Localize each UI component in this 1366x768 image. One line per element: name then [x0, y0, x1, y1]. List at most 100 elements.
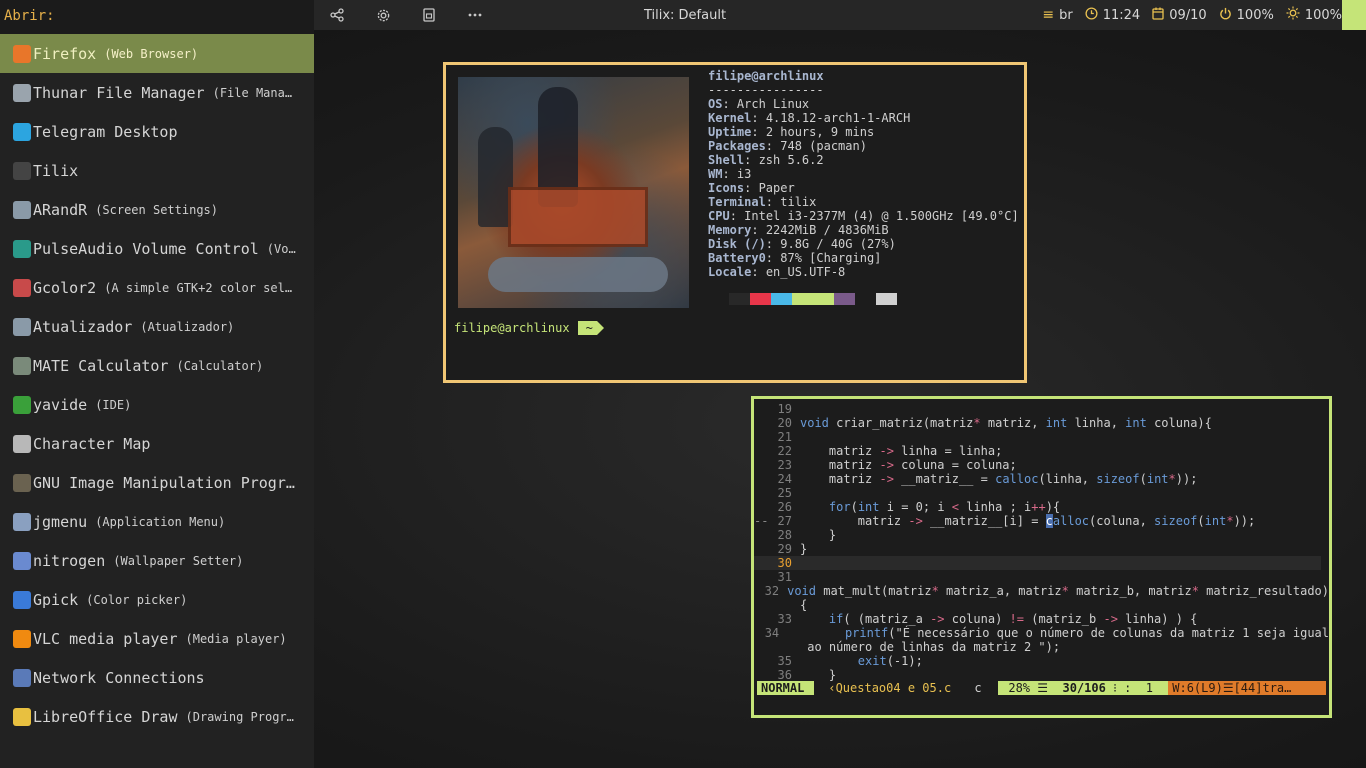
- draw-icon: [13, 707, 31, 726]
- launcher-item[interactable]: Firefox (Web Browser): [0, 34, 314, 73]
- launcher-item[interactable]: ARandR (Screen Settings): [0, 190, 314, 229]
- launcher-item[interactable]: yavide (IDE): [0, 385, 314, 424]
- launcher-item[interactable]: Character Map: [0, 424, 314, 463]
- line-sign: [754, 402, 768, 416]
- launcher-item[interactable]: Thunar File Manager (File Mana…: [0, 73, 314, 112]
- code-line[interactable]: {: [754, 598, 1329, 612]
- code-line[interactable]: ao número de linhas da matriz 2 ");: [754, 640, 1329, 654]
- launcher-item[interactable]: MATE Calculator (Calculator): [0, 346, 314, 385]
- launcher-item[interactable]: Network Connections: [0, 658, 314, 697]
- keyboard-layout-indicator[interactable]: ≡ br: [1042, 7, 1072, 23]
- code-line[interactable]: 25: [754, 486, 1329, 500]
- terminal-vim[interactable]: 19 20 void criar_matriz(matriz* matriz, in…: [751, 396, 1332, 718]
- launcher-item[interactable]: Gcolor2 (A simple GTK+2 color sele…: [0, 268, 314, 307]
- line-number: 23: [777, 458, 792, 472]
- calendar[interactable]: 09/10: [1152, 7, 1207, 24]
- more-icon[interactable]: [452, 0, 498, 30]
- save-icon[interactable]: [406, 0, 452, 30]
- neofetch-colon: :: [744, 181, 759, 195]
- battery-label: 100%: [1236, 7, 1274, 23]
- line-number: 36: [777, 668, 792, 682]
- share-icon[interactable]: [314, 0, 360, 30]
- neofetch-value: 4.18.12-arch1-1-ARCH: [765, 111, 911, 125]
- code-line[interactable]: 36 }: [754, 668, 1329, 682]
- code-line[interactable]: 33 if( (matriz_a -> coluna) != (matriz_b…: [754, 612, 1329, 626]
- keyboard-icon: ≡: [1042, 7, 1055, 23]
- neofetch-row: Terminal: tilix: [708, 195, 1019, 209]
- code-line[interactable]: 30: [754, 556, 1321, 570]
- code-line[interactable]: 24 matriz -> __matriz__ = calloc(linha, …: [754, 472, 1329, 486]
- color-swatch: [876, 293, 897, 305]
- code-line[interactable]: 19: [754, 402, 1329, 416]
- vim-icon: [13, 395, 31, 414]
- calendar-icon: [1152, 7, 1164, 24]
- neofetch-row: Disk (/): 9.8G / 40G (27%): [708, 237, 1019, 251]
- code-line[interactable]: 26 for(int i = 0; i < linha ; i++){: [754, 500, 1329, 514]
- charmap-icon: [13, 434, 31, 453]
- code-line[interactable]: 32 void mat_mult(matriz* matriz_a, matriz…: [754, 584, 1329, 598]
- line-number: 25: [777, 486, 792, 500]
- launcher-item[interactable]: Tilix: [0, 151, 314, 190]
- volume-icon: [13, 239, 31, 258]
- launcher-item[interactable]: Telegram Desktop: [0, 112, 314, 151]
- line-number: 29: [777, 542, 792, 556]
- neofetch-colon: :: [765, 139, 781, 153]
- neofetch-row: Uptime: 2 hours, 9 mins: [708, 125, 1019, 139]
- launcher-item-name: jgmenu: [33, 512, 88, 531]
- launcher-prompt[interactable]: Abrir:: [0, 0, 314, 34]
- system-info: filipe@archlinux ---------------- OS: Arch…: [708, 69, 1019, 279]
- line-number: 21: [777, 430, 792, 444]
- line-number: [768, 640, 792, 654]
- vim-mode: NORMAL: [757, 681, 815, 695]
- launcher-item[interactable]: Gpick (Color picker): [0, 580, 314, 619]
- gimp-icon: [13, 473, 31, 492]
- neofetch-separator: ----------------: [708, 83, 824, 97]
- code-line[interactable]: 23 matriz -> coluna = coluna;: [754, 458, 1329, 472]
- neofetch-key: OS: [708, 97, 723, 111]
- code-line[interactable]: 22 matriz -> linha = linha;: [754, 444, 1329, 458]
- launcher-item-name: VLC media player: [33, 629, 178, 648]
- neofetch-colon: :: [751, 111, 766, 125]
- launcher-item[interactable]: VLC media player (Media player): [0, 619, 314, 658]
- launcher-item[interactable]: Atualizador (Atualizador): [0, 307, 314, 346]
- vim-filename: ‹Questao04 e 05.c: [828, 681, 952, 695]
- code-line[interactable]: 21: [754, 430, 1329, 444]
- line-sign: [754, 556, 768, 570]
- line-text: {: [800, 598, 808, 612]
- launcher-item-name: ARandR: [33, 200, 88, 219]
- brightness-indicator[interactable]: 100%: [1286, 6, 1342, 24]
- launcher-item[interactable]: jgmenu (Application Menu): [0, 502, 314, 541]
- color-palette: [708, 293, 897, 305]
- code-line[interactable]: 20 void criar_matriz(matriz* matriz, int …: [754, 416, 1329, 430]
- code-line[interactable]: -- 27 matriz -> __matriz__[i] = calloc(co…: [754, 514, 1329, 528]
- rocket-icon: [13, 512, 31, 531]
- code-line[interactable]: 34 printf("É necessário que o número de …: [754, 626, 1329, 640]
- shell-prompt: filipe@archlinux ~: [454, 321, 605, 335]
- code-buffer[interactable]: 19 20 void criar_matriz(matriz* matriz, in…: [754, 402, 1329, 682]
- line-number: 28: [777, 528, 792, 542]
- neofetch-colon: :: [765, 195, 781, 209]
- gear-icon[interactable]: [360, 0, 406, 30]
- code-line[interactable]: 28 }: [754, 528, 1329, 542]
- launcher-item[interactable]: PulseAudio Volume Control (Vo…: [0, 229, 314, 268]
- launcher-item[interactable]: nitrogen (Wallpaper Setter): [0, 541, 314, 580]
- code-line[interactable]: 35 exit(-1);: [754, 654, 1329, 668]
- line-text: matriz -> linha = linha;: [800, 444, 1003, 458]
- launcher-item[interactable]: GNU Image Manipulation Progr…: [0, 463, 314, 502]
- vlc-icon: [13, 629, 31, 648]
- prompt-user: filipe@archlinux: [454, 321, 570, 335]
- terminal-neofetch[interactable]: filipe@archlinux ---------------- OS: Arch…: [443, 62, 1027, 383]
- line-text: ao número de linhas da matriz 2 ");: [800, 640, 1061, 654]
- launcher-item-description: (Media player): [185, 631, 287, 646]
- code-line[interactable]: 29}: [754, 542, 1329, 556]
- neofetch-key: Disk (/): [708, 237, 766, 251]
- battery-indicator[interactable]: 100%: [1219, 7, 1274, 24]
- neofetch-row: Icons: Paper: [708, 181, 1019, 195]
- neofetch-row: Kernel: 4.18.12-arch1-1-ARCH: [708, 111, 1019, 125]
- clock[interactable]: 11:24: [1085, 6, 1140, 24]
- workspace-indicator[interactable]: [1342, 0, 1366, 30]
- code-line[interactable]: 31: [754, 570, 1329, 584]
- launcher-item[interactable]: LibreOffice Draw (Drawing Progr…: [0, 697, 314, 736]
- neofetch-colon: :: [765, 251, 781, 265]
- line-text: printf("É necessário que o número de col…: [844, 626, 1329, 640]
